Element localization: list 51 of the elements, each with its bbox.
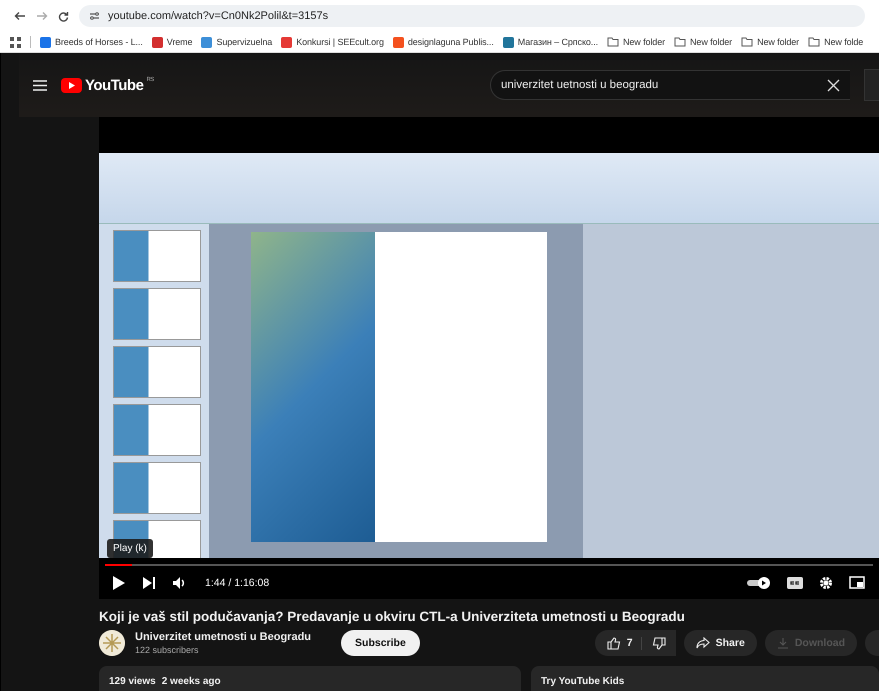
channel-name[interactable]: Univerzitet umetnosti u Beogradu [135, 631, 312, 643]
folder-icon [808, 37, 820, 47]
captions-icon[interactable] [787, 576, 803, 589]
miniplayer-icon[interactable] [849, 576, 865, 590]
back-icon[interactable] [14, 11, 26, 21]
video-player[interactable]: 1:44 / 1:16:08 Play (k) [99, 117, 879, 599]
close-icon[interactable] [827, 78, 840, 92]
logo-text[interactable]: YouTube [85, 76, 144, 94]
apps-grid-icon[interactable] [10, 36, 21, 48]
reload-icon[interactable] [58, 10, 69, 22]
share-arrow-icon [696, 637, 710, 649]
play-icon[interactable] [113, 576, 125, 590]
upload-age: 2 weeks ago [162, 676, 221, 686]
share-button[interactable]: Share [684, 630, 757, 656]
play-tooltip: Play (k) [107, 539, 153, 558]
bookmark-link[interactable]: Магазин – Српско... [518, 37, 598, 47]
site-info-icon[interactable] [89, 11, 100, 21]
time-display: 1:44 / 1:16:08 [205, 576, 270, 589]
thumbs-up-icon [606, 636, 621, 650]
bookmark-link[interactable]: Breeds of Horses - L... [55, 37, 143, 47]
bookmark-link[interactable]: New folder [623, 37, 666, 47]
settings-icon[interactable] [819, 576, 833, 590]
promo-card[interactable]: Try YouTube Kids [531, 666, 879, 691]
bookmark-link[interactable]: Supervizuelna [216, 37, 272, 47]
folder-icon [741, 37, 754, 47]
progress-bar[interactable] [105, 564, 873, 566]
address-bar[interactable]: youtube.com/watch?v=Cn0Nk2Polil&t=3157s [79, 5, 865, 27]
search-field[interactable]: univerzitet uetnosti u beogradu [490, 70, 850, 100]
download-icon [776, 637, 789, 649]
folder-icon [607, 37, 619, 47]
video-title: Koji je vaš stil podučavanja? Predavanje u okviru CTL-a Univerziteta umetnosti u Beogradu [99, 609, 686, 624]
bookmark-link[interactable]: Konkursi | SEEcult.org [296, 37, 384, 47]
next-icon[interactable] [143, 576, 155, 589]
subscriber-count: 122 subscribers [135, 645, 200, 655]
like-button[interactable]: 7 [606, 636, 642, 650]
bookmark-link[interactable]: designlaguna Publis... [408, 37, 494, 47]
folder-icon [674, 37, 686, 47]
bookmark-link[interactable]: New folde [824, 37, 864, 47]
subscribe-button[interactable]: Subscribe [341, 630, 420, 656]
menu-icon[interactable] [33, 80, 47, 90]
play-logo-icon [61, 78, 82, 92]
autoplay-toggle[interactable] [747, 576, 771, 589]
bookmark-link[interactable]: New folder [757, 37, 800, 47]
bookmark-link[interactable]: New folder [690, 37, 732, 47]
volume-icon[interactable] [173, 576, 187, 589]
view-count: 129 views [109, 676, 156, 686]
bookmark-link[interactable]: Vreme [166, 37, 192, 47]
thumbs-down-icon [652, 636, 666, 650]
promo-title: Try YouTube Kids [541, 676, 624, 686]
description-card[interactable]: 129 views 2 weeks ago [99, 666, 521, 691]
channel-avatar-icon[interactable] [99, 630, 125, 656]
